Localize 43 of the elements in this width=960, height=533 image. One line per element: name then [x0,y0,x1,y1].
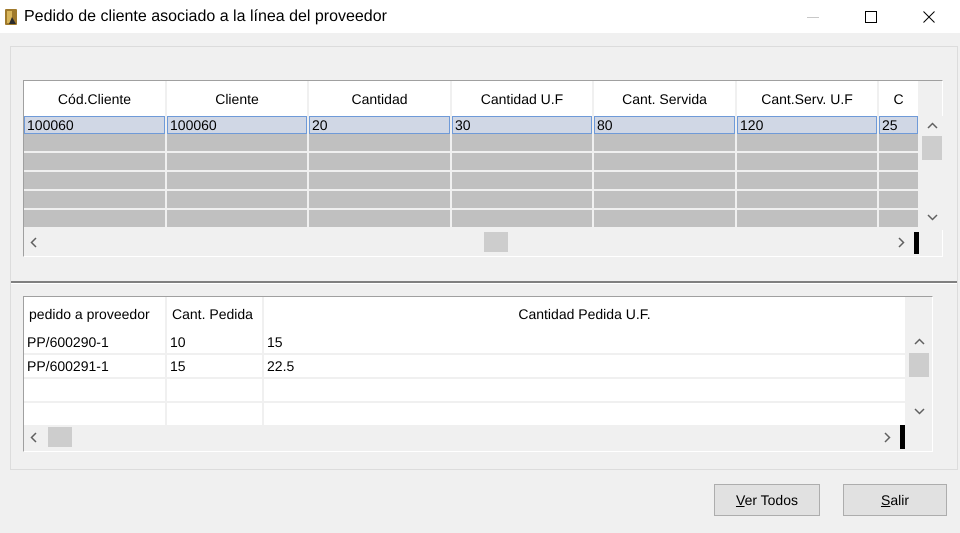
column-header[interactable]: Cliente [167,81,309,116]
scroll-down-icon[interactable] [914,408,925,415]
column-header[interactable]: Cant. Servida [594,81,737,116]
table-cell: 10 [167,331,264,355]
scroll-thumb[interactable] [909,353,929,377]
table-cell: 100060 [167,116,307,134]
table-cell: 15 [167,355,264,379]
table-cell: 120 [737,116,877,134]
table-cell: 100060 [24,116,165,134]
table-cell: 15 [264,331,907,355]
exit-button[interactable]: Salir [843,484,947,516]
scroll-left-icon[interactable] [30,432,37,443]
column-header[interactable]: C [879,81,920,116]
scroll-right-icon[interactable] [884,432,891,443]
column-header[interactable]: Cantidad Pedida U.F. [264,297,907,331]
scroll-left-icon[interactable] [30,237,37,248]
scroll-down-icon[interactable] [927,214,938,221]
resize-marker [914,232,919,254]
window-title: Pedido de cliente asociado a la línea del proveedor [24,8,388,26]
scroll-up-icon[interactable] [927,122,938,129]
resize-marker [900,425,905,449]
table-cell: 25 [879,116,918,134]
scroll-up-icon[interactable] [914,338,925,345]
view-all-button[interactable]: Ver Todos [714,484,820,516]
column-header[interactable]: Cantidad U.F [452,81,594,116]
table-cell: PP/600290-1 [24,331,167,355]
table-cell: 30 [452,116,592,134]
scroll-right-icon[interactable] [898,237,905,248]
table-cell: PP/600291-1 [24,355,167,379]
column-header[interactable]: pedido a proveedor [24,297,167,331]
app-icon [4,8,18,26]
column-header[interactable]: Cód.Cliente [24,81,167,116]
column-header[interactable]: Cant.Serv. U.F [737,81,879,116]
close-icon[interactable] [923,10,935,22]
scroll-thumb[interactable] [48,427,72,447]
scroll-thumb[interactable] [484,232,508,252]
column-header[interactable]: Cant. Pedida [167,297,264,331]
scroll-thumb[interactable] [922,136,942,160]
column-header[interactable]: Cantidad [309,81,452,116]
table-cell: 80 [594,116,735,134]
table-cell: 20 [309,116,450,134]
maximize-icon[interactable] [865,10,877,22]
table-cell: 22.5 [264,355,907,379]
